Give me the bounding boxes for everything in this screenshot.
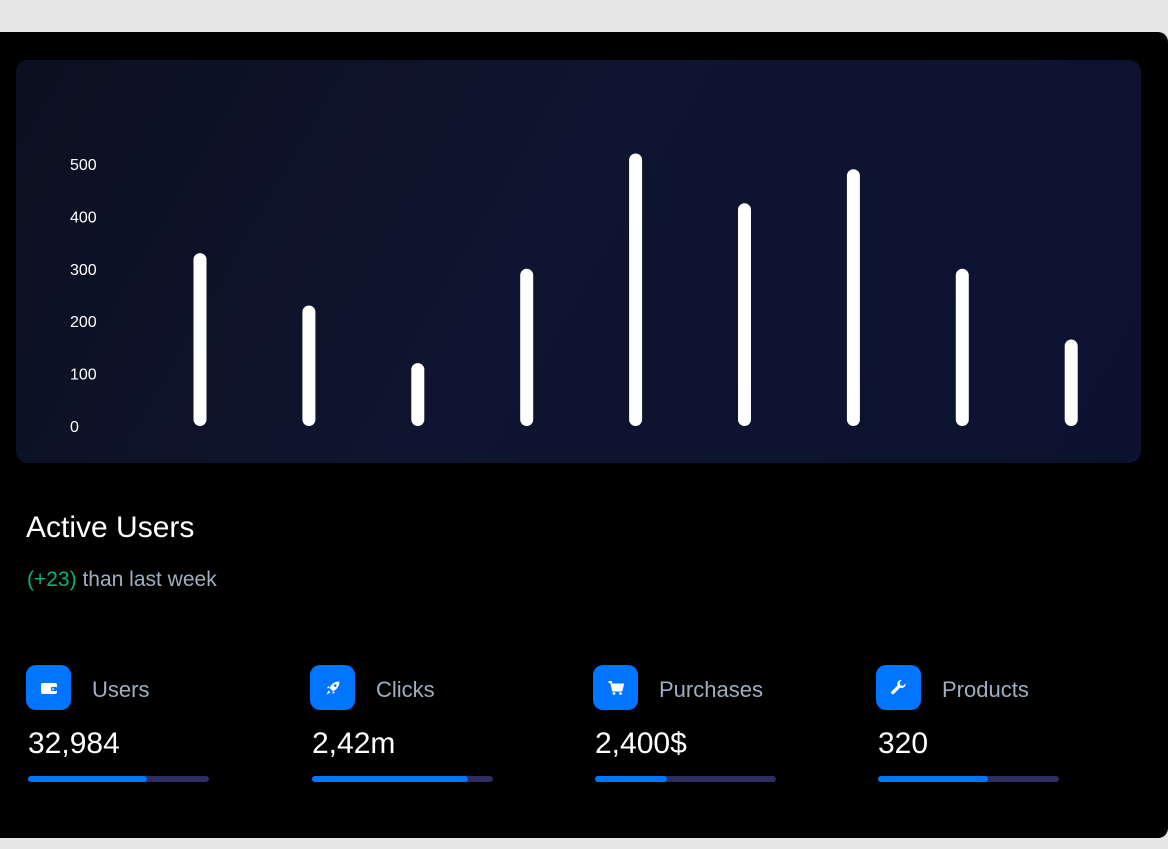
bar-chart: 500 400 300 200 100 0 <box>70 153 1078 436</box>
progress-bar <box>878 776 1059 782</box>
stat-value: 2,42m <box>312 727 396 760</box>
chart-subtitle: (+23) than last week <box>27 568 217 592</box>
chart-bar[interactable] <box>302 305 316 426</box>
active-users-card: 500 400 300 200 100 0 Active Users (+23) than… <box>0 32 1168 838</box>
delta-text: than last week <box>76 568 217 591</box>
progress-fill <box>28 776 148 782</box>
wrench-icon <box>876 665 921 710</box>
chart-bar[interactable] <box>738 203 751 426</box>
rocket-icon <box>310 665 355 710</box>
stat-label: Clicks <box>376 677 435 702</box>
stat-value: 2,400$ <box>595 727 687 760</box>
chart-bar[interactable] <box>846 169 860 426</box>
cart-icon <box>593 665 638 710</box>
chart-title: Active Users <box>26 511 195 544</box>
progress-fill <box>878 776 989 782</box>
chart-bar[interactable] <box>955 268 969 426</box>
progress-bar <box>312 776 493 782</box>
stat-label: Users <box>92 677 150 702</box>
y-tick-label: 300 <box>70 262 97 279</box>
chart-bar[interactable] <box>520 268 534 426</box>
stat-purchases: Purchases 2,400$ <box>593 665 783 790</box>
stat-users: Users 32,984 <box>26 665 216 790</box>
chart-panel: 500 400 300 200 100 0 <box>16 60 1141 463</box>
y-tick-label: 200 <box>70 314 97 331</box>
stat-value: 32,984 <box>28 727 120 760</box>
progress-bar <box>595 776 776 782</box>
stat-products: Products 320 <box>876 665 1066 790</box>
stat-label: Purchases <box>659 677 763 702</box>
chart-bar[interactable] <box>1064 339 1078 426</box>
progress-bar <box>28 776 209 782</box>
y-tick-label: 400 <box>70 209 97 226</box>
stat-clicks: Clicks 2,42m <box>310 665 500 790</box>
y-tick-label: 100 <box>70 367 97 384</box>
y-tick-label: 500 <box>70 157 97 174</box>
wallet-icon <box>26 665 71 710</box>
y-tick-label: 0 <box>70 419 79 436</box>
stat-label: Products <box>942 677 1029 702</box>
chart-bar[interactable] <box>629 153 643 426</box>
delta-value: (+23) <box>27 568 77 591</box>
progress-fill <box>312 776 468 782</box>
chart-bar[interactable] <box>411 363 425 426</box>
progress-fill <box>595 776 668 782</box>
stat-value: 320 <box>878 727 929 760</box>
chart-bar[interactable] <box>193 253 207 426</box>
